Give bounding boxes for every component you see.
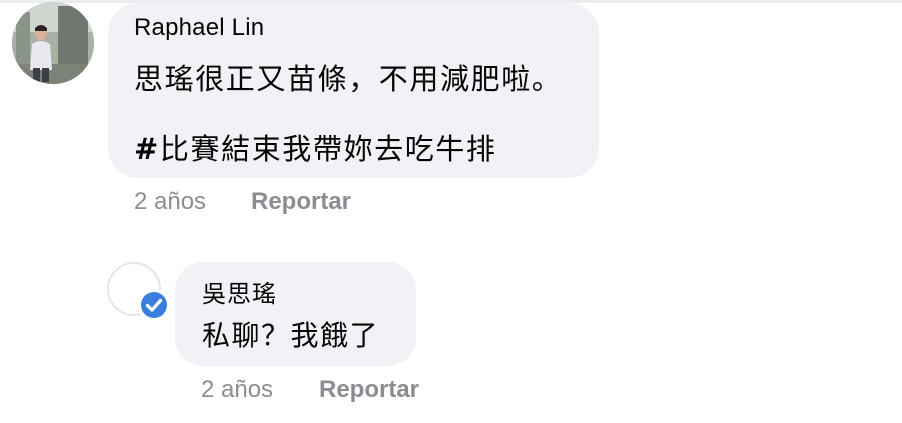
comment-hashtag[interactable]: #比賽結束我帶妳去吃牛排 [134,126,497,168]
comment-text: 思瑤很正又苗條，不用減肥啦。 [134,62,563,96]
user-photo-avatar-icon [12,2,94,84]
reply-report-button[interactable]: Reportar [319,376,419,404]
hashtag-symbol: # [134,132,160,166]
report-button[interactable]: Reportar [251,188,351,216]
comment-timestamp[interactable]: 2 años [134,188,206,216]
hashtag-text: 比賽結束我帶妳去吃牛排 [159,132,497,166]
reply-timestamp[interactable]: 2 años [201,376,273,404]
comment-author[interactable]: Raphael Lin [134,14,264,42]
verified-check-icon [138,289,170,321]
avatar[interactable] [12,2,94,84]
reply-author[interactable]: 吳思瑤 [202,274,277,309]
reply-text: 私聊？我餓了 [202,319,380,352]
